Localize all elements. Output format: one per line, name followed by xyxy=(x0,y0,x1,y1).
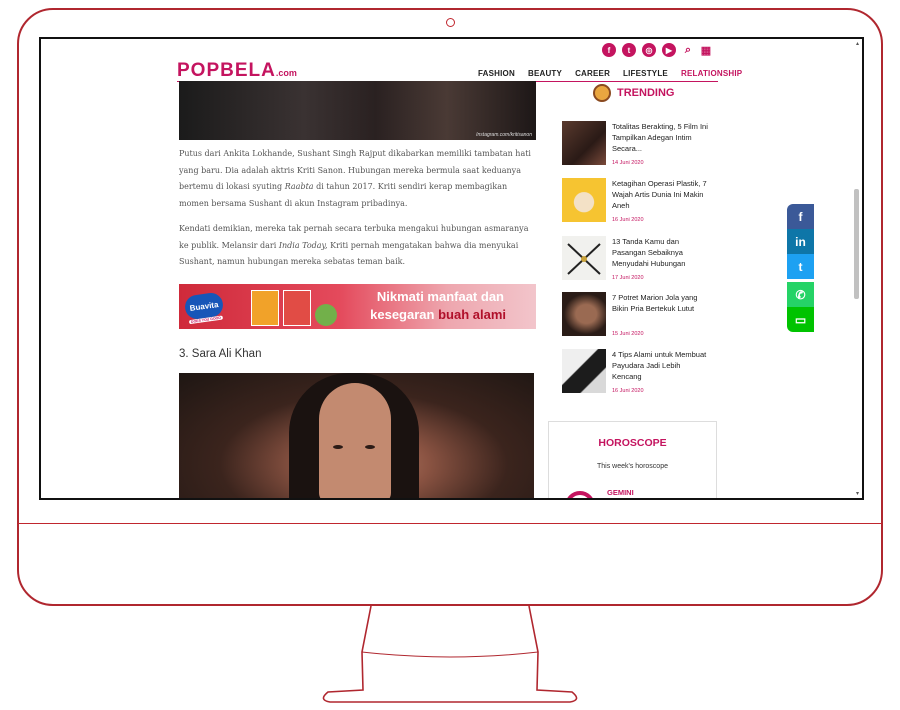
nav-relationship[interactable]: RELATIONSHIP xyxy=(681,69,742,78)
trending-item-date: 17 Juni 2020 xyxy=(612,275,644,281)
article-paragraph: Putus dari Ankita Lokhande, Sushant Sing… xyxy=(179,149,531,208)
ad-fruit-image xyxy=(315,304,337,326)
trending-thumbnail[interactable] xyxy=(562,236,606,280)
article-paragraph: Kendati demikian, mereka tak pernah seca… xyxy=(179,224,529,266)
trending-item-title[interactable]: 13 Tanda Kamu dan Pasangan Sebaiknya Men… xyxy=(612,236,712,269)
gemini-sign-icon[interactable] xyxy=(565,491,595,498)
trending-item-date: 15 Juni 2020 xyxy=(612,331,644,337)
horoscope-title: HOROSCOPE xyxy=(598,437,667,449)
pizza-icon xyxy=(593,84,611,102)
trending-header: TRENDING xyxy=(593,84,674,102)
facebook-icon[interactable]: f xyxy=(602,43,616,57)
scrollbar-thumb[interactable] xyxy=(854,189,859,299)
trending-thumbnail[interactable] xyxy=(562,178,606,222)
share-linkedin-icon[interactable]: in xyxy=(787,229,814,254)
trending-item-title[interactable]: 7 Potret Marion Jola yang Bikin Pria Ber… xyxy=(612,292,712,314)
ad-text-line1: Nikmati manfaat dan xyxy=(376,289,504,304)
trending-item-title[interactable]: 4 Tips Alami untuk Membuat Payudara Jadi… xyxy=(612,349,712,382)
share-line-icon[interactable]: ▭ xyxy=(787,307,814,332)
share-whatsapp-icon[interactable]: ✆ xyxy=(787,282,814,307)
share-twitter-icon[interactable]: t xyxy=(787,254,814,279)
article-image-kriti-sanon: Instagram.com/kritisanon xyxy=(179,81,536,140)
image-credit: Instagram.com/kritisanon xyxy=(476,132,532,138)
trending-title: TRENDING xyxy=(617,87,675,99)
horoscope-sign-name[interactable]: GEMINI xyxy=(607,488,634,497)
nav-beauty[interactable]: BEAUTY xyxy=(528,69,562,78)
trending-item-date: 16 Juni 2020 xyxy=(612,217,644,223)
scroll-down-arrow-icon[interactable]: ▾ xyxy=(856,490,859,497)
article-image-sara-ali-khan xyxy=(179,373,534,498)
trending-thumbnail[interactable] xyxy=(562,349,606,393)
browser-screen: POPBELA.com f t ◎ ▶ ⌕ ▦ FASHION BEAUTY C… xyxy=(39,37,864,500)
horoscope-subtitle: This week's horoscope xyxy=(597,463,668,470)
main-nav: FASHION BEAUTY CAREER LIFESTYLE RELATION… xyxy=(478,69,742,78)
twitter-icon[interactable]: t xyxy=(622,43,636,57)
buavita-ad-banner[interactable]: Buavita DOES YOU GOOD Nikmati manfaat dan… xyxy=(179,284,536,329)
ad-product-image xyxy=(251,290,279,326)
site-logo[interactable]: POPBELA.com xyxy=(177,60,297,82)
ad-text-line2: kesegaran buah alami xyxy=(370,307,506,322)
instagram-icon[interactable]: ◎ xyxy=(642,43,656,57)
nav-fashion[interactable]: FASHION xyxy=(478,69,515,78)
nav-lifestyle[interactable]: LIFESTYLE xyxy=(623,69,668,78)
trending-thumbnail[interactable] xyxy=(562,292,606,336)
trending-item-title[interactable]: Ketagihan Operasi Plastik, 7 Wajah Artis… xyxy=(612,178,712,211)
trending-item-date: 16 Juni 2020 xyxy=(612,388,644,394)
header-social-icons: f t ◎ ▶ ⌕ ▦ xyxy=(602,43,712,57)
search-icon[interactable]: ⌕ xyxy=(682,44,694,57)
share-facebook-icon[interactable]: f xyxy=(787,204,814,229)
ad-product-image xyxy=(283,290,311,326)
trending-thumbnail[interactable] xyxy=(562,121,606,165)
horoscope-widget: HOROSCOPE This week's horoscope GEMINI xyxy=(548,421,717,498)
article-subheading: 3. Sara Ali Khan xyxy=(179,348,262,360)
ad-brand-logo: Buavita DOES YOU GOOD xyxy=(183,291,225,325)
trending-item-title[interactable]: Totalitas Berakting, 5 Film Ini Tampilka… xyxy=(612,121,712,154)
scroll-up-arrow-icon[interactable]: ▴ xyxy=(856,40,859,47)
youtube-icon[interactable]: ▶ xyxy=(662,43,676,57)
trending-item-date: 14 Juni 2020 xyxy=(612,160,644,166)
grid-menu-icon[interactable]: ▦ xyxy=(700,44,712,57)
nav-career[interactable]: CAREER xyxy=(575,69,610,78)
